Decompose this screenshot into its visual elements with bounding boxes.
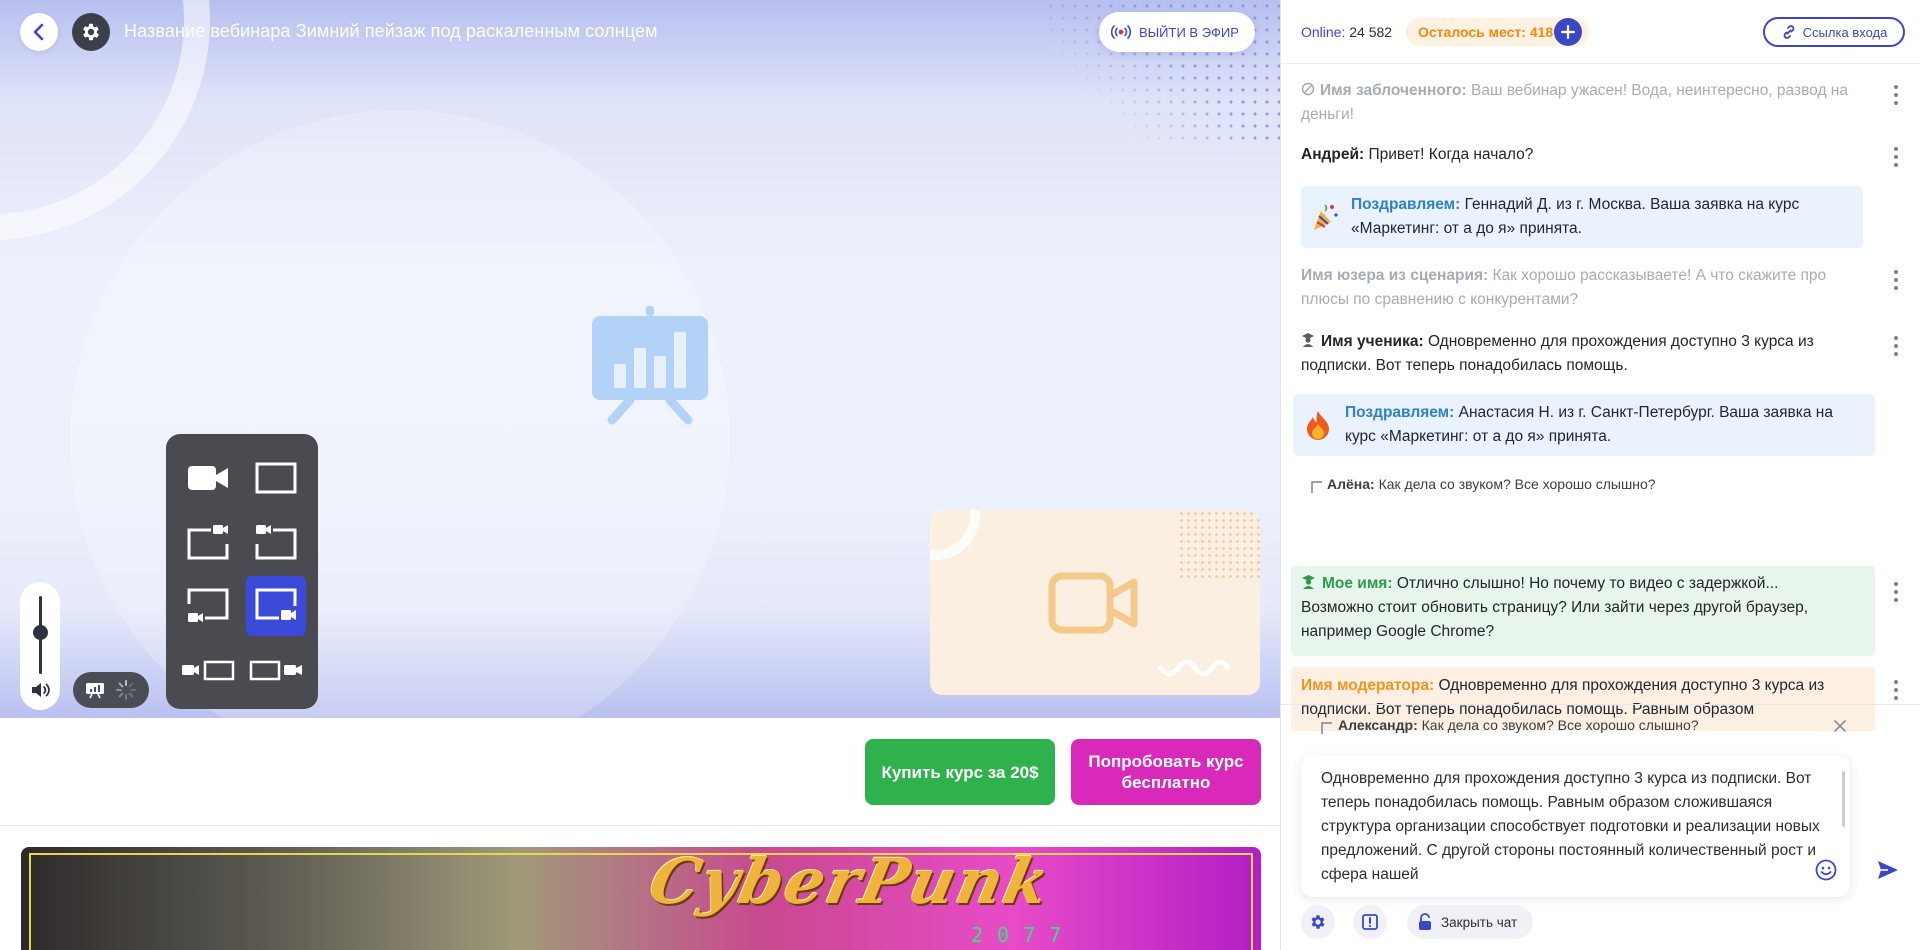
close-chat-label: Закрыть чат — [1441, 914, 1518, 930]
layout-screen-only[interactable] — [246, 448, 306, 508]
volume-knob[interactable] — [33, 625, 48, 640]
layout-screen-camera-right[interactable] — [246, 640, 306, 700]
seats-count: 418 — [1529, 24, 1554, 40]
layout-screen-camera-bottom-right[interactable] — [246, 576, 306, 636]
send-button[interactable] — [1876, 859, 1900, 886]
gear-icon — [83, 23, 99, 41]
layout-menu — [166, 434, 318, 709]
message-student: Имя ученика: Одновременно для прохождени… — [1301, 333, 1814, 374]
reply-corner-icon — [1311, 481, 1322, 493]
message-input[interactable]: Одновременно для прохождения доступно 3 … — [1301, 755, 1850, 897]
screen-camera-top-right-icon — [187, 525, 229, 560]
online-label: Online: — [1301, 24, 1346, 40]
video-stage: Название вебинара Зимний пейзаж под раск… — [0, 0, 1280, 718]
gear-icon — [1311, 915, 1325, 929]
chat-panel: Online: 24 582 Осталось мест: 418 Ссылка… — [1280, 0, 1920, 950]
message-menu-button[interactable] — [1893, 147, 1899, 167]
send-icon — [1878, 861, 1898, 879]
camera-left-screen-icon — [182, 660, 235, 681]
presentation-placeholder — [590, 302, 710, 431]
my-message: Мое имя: Отлично слышно! Но почему то ви… — [1291, 566, 1875, 656]
message-menu-button[interactable] — [1893, 85, 1899, 105]
online-count: 24 582 — [1349, 24, 1393, 40]
reply-corner-icon — [1321, 722, 1332, 734]
chevron-left-icon — [33, 23, 44, 41]
message-blocked: Имя заблоченного: Ваш вебинар ужасен! Во… — [1301, 82, 1848, 123]
layout-screen-camera-bottom-left[interactable] — [178, 576, 238, 636]
layout-screen-camera-top-right[interactable] — [178, 512, 238, 572]
compose-area: Александр: Как дела со звуком? Все хорош… — [1281, 704, 1920, 950]
seats-label: Осталось мест: — [1418, 24, 1526, 40]
message-menu-button[interactable] — [1893, 582, 1899, 602]
broadcast-icon — [1111, 25, 1131, 39]
go-live-label: ВЫЙТИ В ЭФИР — [1139, 24, 1239, 40]
layout-screen-camera-top-left[interactable] — [246, 512, 306, 572]
buy-course-button[interactable]: Купить курс за 20$ — [865, 739, 1055, 805]
reply-preview: Александр: Как дела со звуком? Все хорош… — [1321, 717, 1699, 734]
input-scrollbar[interactable] — [1842, 771, 1845, 827]
presentation-mini-icon[interactable] — [85, 681, 105, 699]
link-icon — [1783, 25, 1795, 39]
camera-preview — [930, 510, 1260, 695]
settings-button[interactable] — [72, 13, 110, 51]
user-crown-icon — [1302, 575, 1315, 589]
congrats-message: Поздравляем: Геннадий Д. из г. Москва. В… — [1301, 186, 1863, 248]
congrats-message: Поздравляем: Анастасия Н. из г. Санкт-Пе… — [1293, 394, 1875, 456]
moderation-button[interactable] — [1353, 905, 1387, 939]
plus-icon — [1561, 25, 1575, 39]
speaker-icon[interactable] — [30, 681, 50, 699]
chat-header: Online: 24 582 Осталось мест: 418 Ссылка… — [1281, 0, 1920, 64]
fire-icon — [1307, 411, 1329, 440]
message-menu-button[interactable] — [1893, 270, 1899, 290]
message-list: Имя заблоченного: Ваш вебинар ужасен! Во… — [1281, 64, 1920, 731]
add-seats-button[interactable] — [1554, 18, 1582, 46]
message-item: Андрей: Привет! Когда начало? — [1301, 146, 1534, 163]
party-popper-icon — [1314, 204, 1338, 230]
lock-icon — [1419, 913, 1431, 930]
message-menu-button[interactable] — [1893, 336, 1899, 356]
entry-link-button[interactable]: Ссылка входа — [1763, 17, 1905, 47]
go-live-button[interactable]: ВЫЙТИ В ЭФИР — [1099, 12, 1255, 52]
banner-logo: CyberPunk — [643, 847, 1058, 918]
layout-camera-left-screen[interactable] — [178, 640, 238, 700]
try-free-button[interactable]: Попробовать курс бесплатно — [1071, 739, 1261, 805]
smile-icon — [1815, 859, 1837, 881]
promo-banner[interactable]: CyberPunk 2077 — [21, 847, 1261, 950]
back-button[interactable] — [20, 13, 58, 51]
screen-icon — [255, 462, 297, 494]
layout-camera-only[interactable] — [178, 448, 238, 508]
presentation-chart-icon — [592, 306, 708, 425]
banner-year: 2077 — [971, 923, 1076, 947]
message-menu-button[interactable] — [1893, 680, 1899, 700]
message-scenario: Имя юзера из сценария: Как хорошо расска… — [1301, 267, 1827, 308]
screen-camera-right-icon — [249, 660, 302, 681]
screen-camera-bottom-right-icon — [255, 588, 297, 620]
reply-quote: Алёна: Как дела со звуком? Все хорошо сл… — [1311, 476, 1656, 493]
blocked-icon — [1301, 82, 1315, 96]
screen-camera-bottom-left-icon — [187, 588, 229, 622]
student-icon — [1302, 333, 1314, 347]
screen-camera-top-left-icon — [255, 525, 297, 560]
video-camera-icon — [188, 466, 228, 490]
webinar-title: Название вебинара Зимний пейзаж под раск… — [124, 21, 658, 41]
loading-spinner-icon — [116, 680, 136, 700]
emoji-button[interactable] — [1815, 859, 1837, 886]
close-chat-button[interactable]: Закрыть чат — [1407, 905, 1534, 939]
volume-slider[interactable] — [20, 582, 60, 710]
close-icon — [1834, 720, 1846, 732]
layout-toggle-bar[interactable] — [73, 672, 149, 708]
online-counter: Online: 24 582 — [1301, 24, 1392, 40]
video-camera-icon — [1048, 572, 1138, 634]
entry-link-label: Ссылка входа — [1802, 24, 1888, 40]
cancel-reply-button[interactable] — [1834, 719, 1846, 737]
chat-settings-button[interactable] — [1301, 905, 1335, 939]
decor-wave — [1158, 660, 1230, 677]
alert-square-icon — [1362, 914, 1378, 930]
